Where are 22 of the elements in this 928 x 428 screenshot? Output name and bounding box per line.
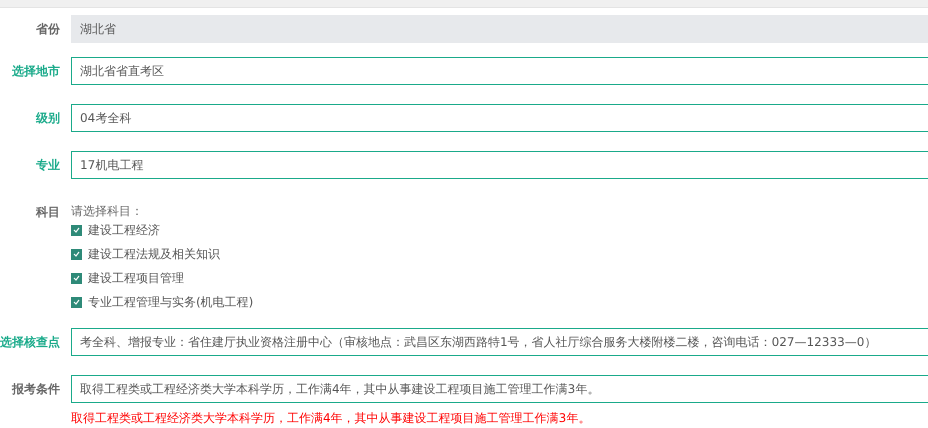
field-label: 选择核查点 [0,334,61,351]
checkbox[interactable] [71,272,82,284]
text-field[interactable]: 04考全科 [71,104,928,132]
field-label: 选择地市 [11,63,61,80]
text-field[interactable]: 湖北省省直考区 [71,57,928,85]
field-label: 级别 [34,110,61,127]
checkbox[interactable] [71,296,82,308]
field-label: 科目 [34,204,61,221]
hint-text: 取得工程类或工程经济类大学本科学历，工作满4年，其中从事建设工程项目施工管理工作满3年。 [71,410,592,427]
option-label: 建设工程法规及相关知识 [88,246,220,262]
option-label: 专业工程管理与实务(机电工程) [88,294,254,310]
text-field[interactable]: 考全科、增报专业：省住建厅执业资格注册中心（审核地点：武昌区东湖西路特1号，省人社厅综合服务大楼附楼二楼，咨询电话：027—12333—0） [71,328,928,356]
option-label: 建设工程项目管理 [88,270,184,286]
checkbox[interactable] [71,248,82,260]
text-field[interactable]: 17机电工程 [71,151,928,179]
field-label: 专业 [35,157,61,174]
checkbox[interactable] [71,224,82,236]
field-label: 报考条件 [10,381,61,398]
text-field[interactable]: 取得工程类或工程经济类大学本科学历，工作满4年，其中从事建设工程项目施工管理工作满3年。 [71,375,928,403]
option-label: 建设工程经济 [88,222,160,238]
prompt-text: 请选择科目： [71,204,144,218]
field-label: 省份 [35,21,61,38]
